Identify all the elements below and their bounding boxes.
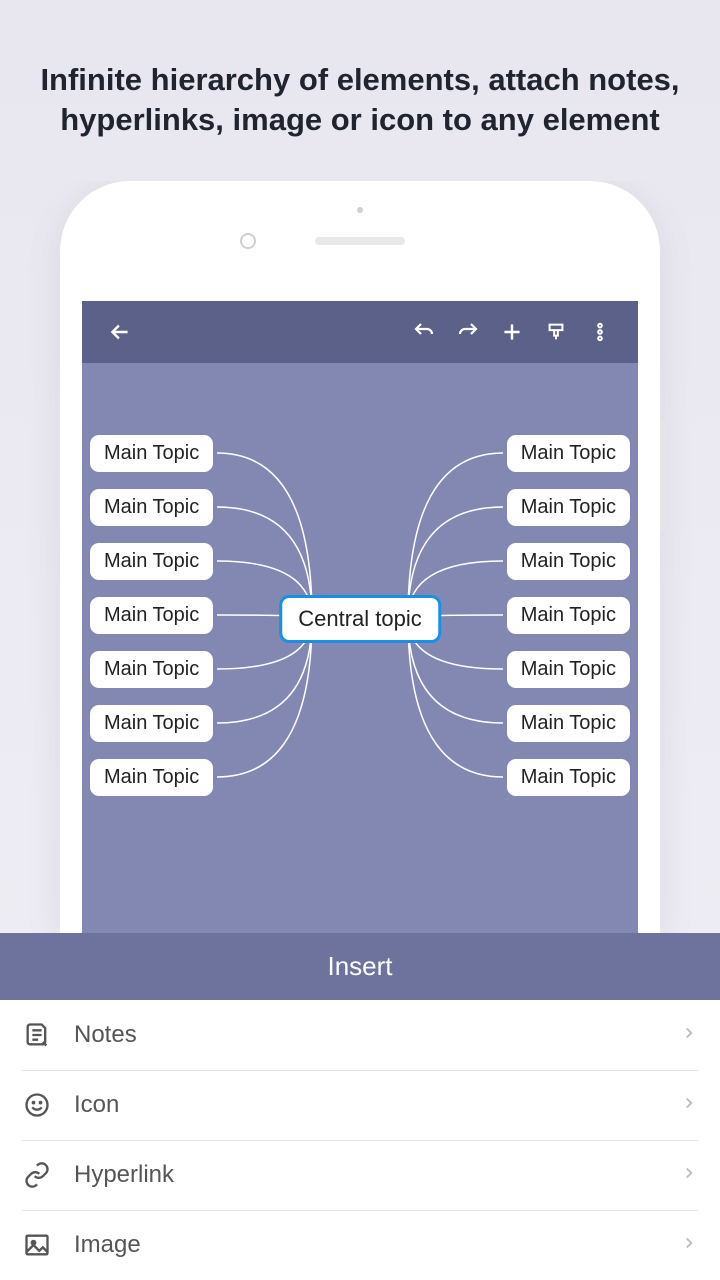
menu-item-image[interactable]: Image (0, 1210, 720, 1280)
phone-side-button (660, 421, 666, 531)
topic-node[interactable]: Main Topic (507, 759, 630, 796)
redo-icon (456, 320, 480, 344)
add-button[interactable] (490, 310, 534, 354)
headline-text: Infinite hierarchy of elements, attach n… (0, 0, 720, 181)
topic-node[interactable]: Main Topic (507, 651, 630, 688)
more-vert-icon (589, 321, 611, 343)
format-button[interactable] (534, 310, 578, 354)
menu-item-notes[interactable]: Notes (0, 1000, 720, 1070)
topic-node[interactable]: Main Topic (90, 597, 213, 634)
phone-mockup: Main Topic Main Topic Main Topic Main To… (0, 181, 720, 933)
plus-icon (499, 319, 525, 345)
notes-icon (22, 1020, 52, 1050)
topic-node[interactable]: Main Topic (90, 489, 213, 526)
more-button[interactable] (578, 310, 622, 354)
link-icon (22, 1160, 52, 1190)
topic-node[interactable]: Main Topic (507, 435, 630, 472)
central-topic-node[interactable]: Central topic (279, 595, 441, 643)
chevron-right-icon (680, 1234, 698, 1257)
redo-button[interactable] (446, 310, 490, 354)
topic-node[interactable]: Main Topic (507, 489, 630, 526)
smiley-icon (22, 1090, 52, 1120)
brush-icon (545, 320, 567, 344)
topic-node[interactable]: Main Topic (90, 651, 213, 688)
back-arrow-icon (107, 319, 133, 345)
topic-node[interactable]: Main Topic (90, 759, 213, 796)
menu-label: Hyperlink (74, 1161, 658, 1189)
topic-node[interactable]: Main Topic (507, 543, 630, 580)
phone-camera (240, 233, 256, 249)
undo-icon (412, 320, 436, 344)
topic-node[interactable]: Main Topic (507, 705, 630, 742)
chevron-right-icon (680, 1164, 698, 1187)
chevron-right-icon (680, 1024, 698, 1047)
mindmap-canvas[interactable]: Main Topic Main Topic Main Topic Main To… (82, 363, 638, 933)
phone-speaker (315, 237, 405, 245)
phone-sensor-dot (357, 207, 363, 213)
menu-label: Image (74, 1231, 658, 1259)
menu-label: Icon (74, 1091, 658, 1119)
image-icon (22, 1230, 52, 1260)
topic-node[interactable]: Main Topic (90, 705, 213, 742)
topic-node[interactable]: Main Topic (507, 597, 630, 634)
menu-item-hyperlink[interactable]: Hyperlink (0, 1140, 720, 1210)
insert-menu: Notes Icon Hyperlink Image (0, 1000, 720, 1280)
insert-panel-header: Insert (0, 933, 720, 1000)
chevron-right-icon (680, 1094, 698, 1117)
app-toolbar (82, 301, 638, 363)
menu-label: Notes (74, 1021, 658, 1049)
menu-item-icon[interactable]: Icon (0, 1070, 720, 1140)
topic-node[interactable]: Main Topic (90, 543, 213, 580)
undo-button[interactable] (402, 310, 446, 354)
app-screen: Main Topic Main Topic Main Topic Main To… (82, 301, 638, 933)
back-button[interactable] (98, 310, 142, 354)
topic-node[interactable]: Main Topic (90, 435, 213, 472)
